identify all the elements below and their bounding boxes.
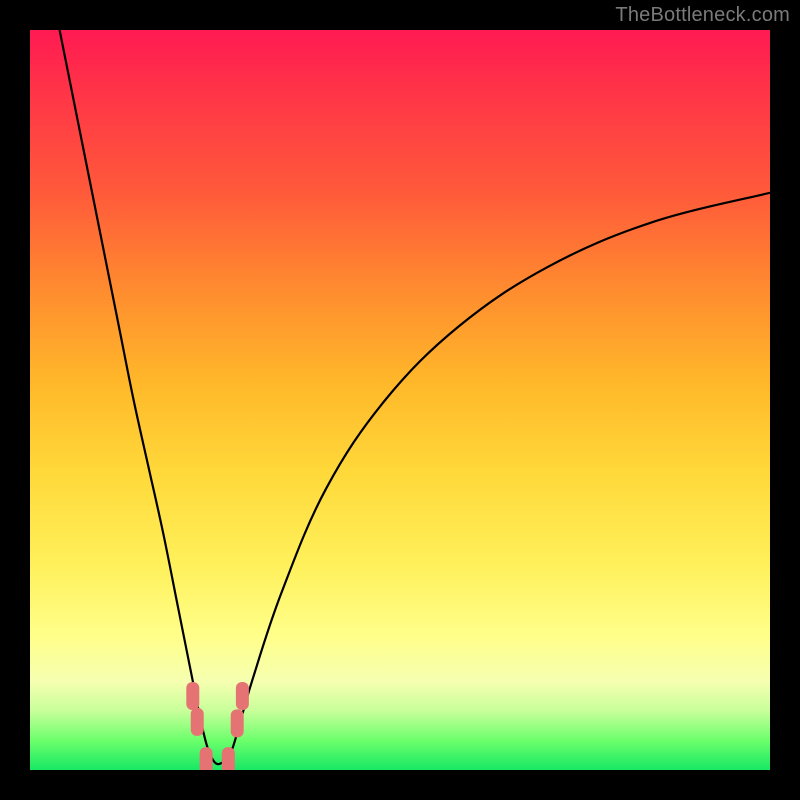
- left-descent-marker-1: [186, 682, 199, 710]
- right-ascent-marker-1: [231, 709, 244, 737]
- watermark-text: TheBottleneck.com: [615, 4, 790, 27]
- left-descent-marker-2: [191, 708, 204, 736]
- bottleneck-curve: [60, 30, 770, 764]
- chart-frame: TheBottleneck.com: [0, 0, 800, 800]
- floor-marker-right: [222, 747, 235, 770]
- curve-svg: [30, 30, 770, 770]
- markers-group: [186, 682, 249, 770]
- floor-marker-left: [200, 747, 213, 770]
- right-ascent-marker-2: [236, 682, 249, 710]
- plot-area: [30, 30, 770, 770]
